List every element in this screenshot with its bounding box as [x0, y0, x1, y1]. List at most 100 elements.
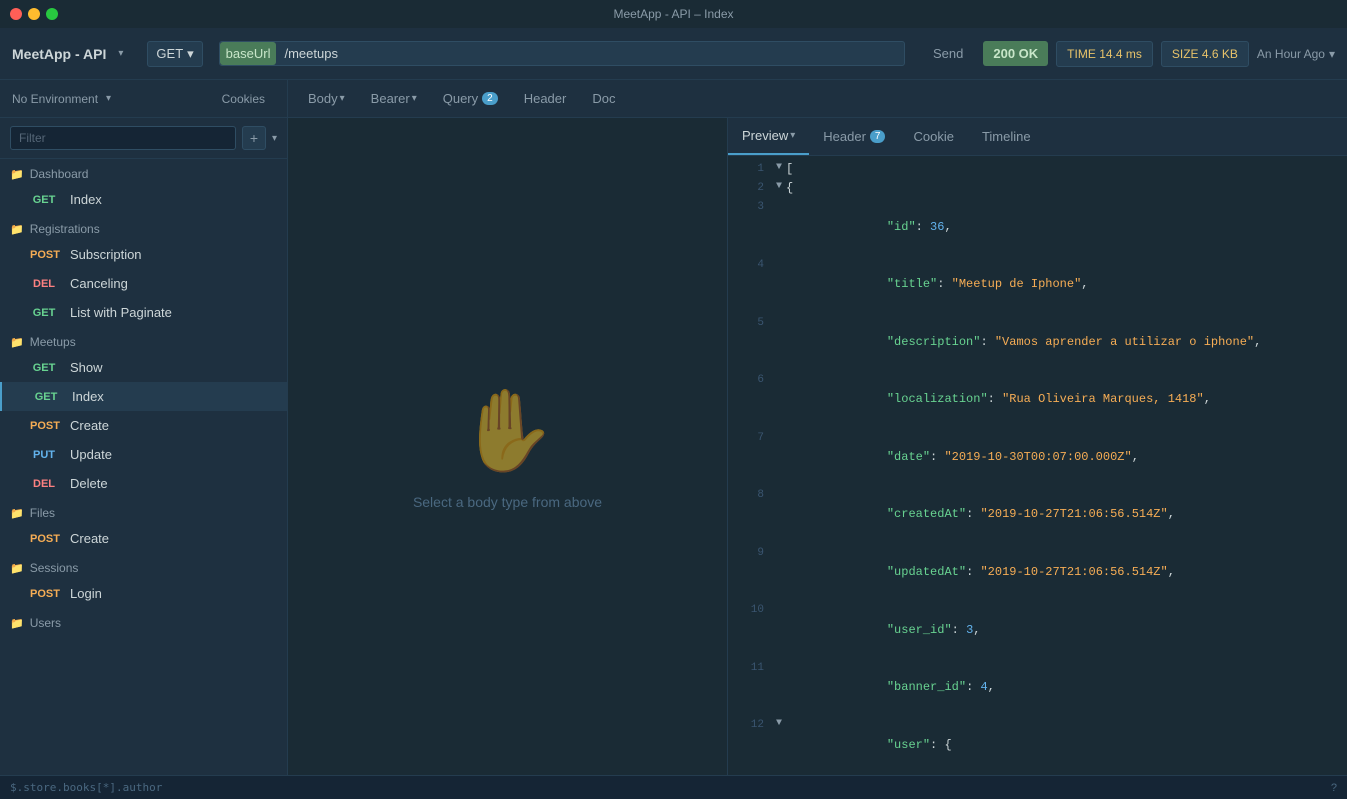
sidebar-search-area: + ▾ — [0, 118, 287, 159]
sidebar-item-files-create[interactable]: POST Create — [0, 524, 287, 553]
add-request-button[interactable]: + — [242, 126, 266, 150]
time-label: TIME — [1067, 47, 1096, 61]
method-label: GET — [156, 46, 183, 61]
tab-bearer-label: Bearer — [371, 91, 410, 106]
group-dashboard-label: Dashboard — [30, 167, 89, 181]
tab-header[interactable]: Header — [512, 80, 579, 117]
add-dropdown-arrow[interactable]: ▾ — [272, 133, 277, 144]
json-content: [ — [786, 160, 1339, 179]
bearer-arrow: ▾ — [412, 93, 417, 104]
traffic-lights — [10, 8, 58, 20]
sidebar-group-files[interactable]: 📁 Files — [0, 498, 287, 524]
json-line: 11 ▼ "banner_id": 4, — [728, 659, 1347, 717]
item-name: Index — [72, 389, 104, 404]
bottom-hint[interactable]: $.store.books[*].author — [10, 781, 162, 794]
request-tabs: Body ▾ Bearer ▾ Query 2 Header Doc — [288, 80, 635, 117]
size-label: SIZE — [1172, 47, 1199, 61]
sidebar-item-meetups-show[interactable]: GET Show — [0, 353, 287, 382]
maximize-button[interactable] — [46, 8, 58, 20]
toggle-arrow[interactable]: ▼ — [776, 716, 782, 732]
group-files-label: Files — [30, 506, 55, 520]
item-name: Create — [70, 418, 109, 433]
sidebar-item-meetups-delete[interactable]: DEL Delete — [0, 469, 287, 498]
help-icon[interactable]: ? — [1331, 782, 1337, 794]
tab-bearer[interactable]: Bearer ▾ — [359, 80, 429, 117]
method-badge-put: PUT — [26, 448, 62, 462]
folder-icon: 📁 — [10, 617, 24, 630]
minimize-button[interactable] — [28, 8, 40, 20]
env-label[interactable]: No Environment — [12, 92, 98, 106]
sidebar-group-meetups[interactable]: 📁 Meetups — [0, 327, 287, 353]
close-button[interactable] — [10, 8, 22, 20]
base-url-badge[interactable]: baseUrl — [220, 42, 277, 65]
json-line: 4 ▼ "title": "Meetup de Iphone", — [728, 256, 1347, 314]
filter-input[interactable] — [10, 126, 236, 150]
time-badge: TIME 14.4 ms — [1056, 41, 1153, 67]
method-select[interactable]: GET ▾ — [147, 41, 202, 67]
url-path[interactable]: /meetups — [276, 42, 904, 65]
toggle-arrow[interactable]: ▼ — [776, 179, 782, 195]
sidebar-item-subscription[interactable]: POST Subscription — [0, 240, 287, 269]
response-tab-preview[interactable]: Preview ▾ — [728, 118, 809, 155]
tab-doc[interactable]: Doc — [580, 80, 627, 117]
sidebar-item-canceling[interactable]: DEL Canceling — [0, 269, 287, 298]
line-number: 7 — [736, 429, 764, 448]
json-content: "title": "Meetup de Iphone", — [786, 256, 1339, 314]
line-number: 1 — [736, 160, 764, 179]
tab-timeline-label: Timeline — [982, 129, 1031, 144]
plus-icon: + — [250, 130, 258, 146]
sidebar-item-list-paginate[interactable]: GET List with Paginate — [0, 298, 287, 327]
body-placeholder: ✋ Select a body type from above — [288, 118, 727, 775]
cookies-button[interactable]: Cookies — [212, 92, 275, 106]
url-container: baseUrl /meetups — [219, 41, 905, 66]
status-badge: 200 OK — [983, 41, 1048, 66]
method-badge-get: GET — [26, 193, 62, 207]
group-users-label: Users — [30, 616, 61, 630]
json-content: "date": "2019-10-30T00:07:00.000Z", — [786, 429, 1339, 487]
send-button[interactable]: Send — [921, 40, 975, 67]
sidebar-item-sessions-login[interactable]: POST Login — [0, 579, 287, 608]
json-line: 5 ▼ "description": "Vamos aprender a uti… — [728, 314, 1347, 372]
item-name: Login — [70, 586, 102, 601]
env-arrow[interactable]: ▾ — [106, 93, 111, 104]
sidebar-group-sessions[interactable]: 📁 Sessions — [0, 553, 287, 579]
main-content: + ▾ 📁 Dashboard GET Index 📁 Registration… — [0, 118, 1347, 775]
json-line: 7 ▼ "date": "2019-10-30T00:07:00.000Z", — [728, 429, 1347, 487]
sidebar-group-registrations[interactable]: 📁 Registrations — [0, 214, 287, 240]
json-content: "updatedAt": "2019-10-27T21:06:56.514Z", — [786, 544, 1339, 602]
line-number: 4 — [736, 256, 764, 275]
sidebar-item-meetups-update[interactable]: PUT Update — [0, 440, 287, 469]
response-tab-timeline[interactable]: Timeline — [968, 118, 1045, 155]
item-name: Index — [70, 192, 102, 207]
app-dropdown-arrow[interactable]: ▾ — [118, 48, 123, 59]
sidebar-item-meetups-index[interactable]: GET Index — [0, 382, 287, 411]
item-name: Subscription — [70, 247, 142, 262]
sidebar-group-dashboard[interactable]: 📁 Dashboard — [0, 159, 287, 185]
item-name: List with Paginate — [70, 305, 172, 320]
group-sessions-label: Sessions — [30, 561, 79, 575]
line-number: 8 — [736, 486, 764, 505]
tab-query[interactable]: Query 2 — [431, 80, 510, 117]
sidebar-group-users[interactable]: 📁 Users — [0, 608, 287, 634]
toggle-arrow[interactable]: ▼ — [776, 160, 782, 176]
line-number: 3 — [736, 198, 764, 217]
response-tab-cookie[interactable]: Cookie — [899, 118, 967, 155]
item-name: Create — [70, 531, 109, 546]
folder-icon: 📁 — [10, 507, 24, 520]
method-badge-post: POST — [26, 248, 62, 262]
json-content: "description": "Vamos aprender a utiliza… — [786, 314, 1339, 372]
line-number: 11 — [736, 659, 764, 678]
line-number: 9 — [736, 544, 764, 563]
json-line: 2 ▼ { — [728, 179, 1347, 198]
tab-body[interactable]: Body ▾ — [296, 80, 357, 117]
timestamp-arrow: ▾ — [1329, 47, 1335, 61]
json-line: 8 ▼ "createdAt": "2019-10-27T21:06:56.51… — [728, 486, 1347, 544]
header-badge: 7 — [870, 130, 886, 143]
sidebar-item-meetups-create[interactable]: POST Create — [0, 411, 287, 440]
sidebar-item-dashboard-index[interactable]: GET Index — [0, 185, 287, 214]
query-badge: 2 — [482, 92, 498, 105]
response-panel: Preview ▾ Header 7 Cookie Timeline 1 ▼ [ — [727, 118, 1347, 775]
json-content: "banner_id": 4, — [786, 659, 1339, 717]
response-tab-header[interactable]: Header 7 — [809, 118, 899, 155]
tab-cookie-label: Cookie — [913, 129, 953, 144]
